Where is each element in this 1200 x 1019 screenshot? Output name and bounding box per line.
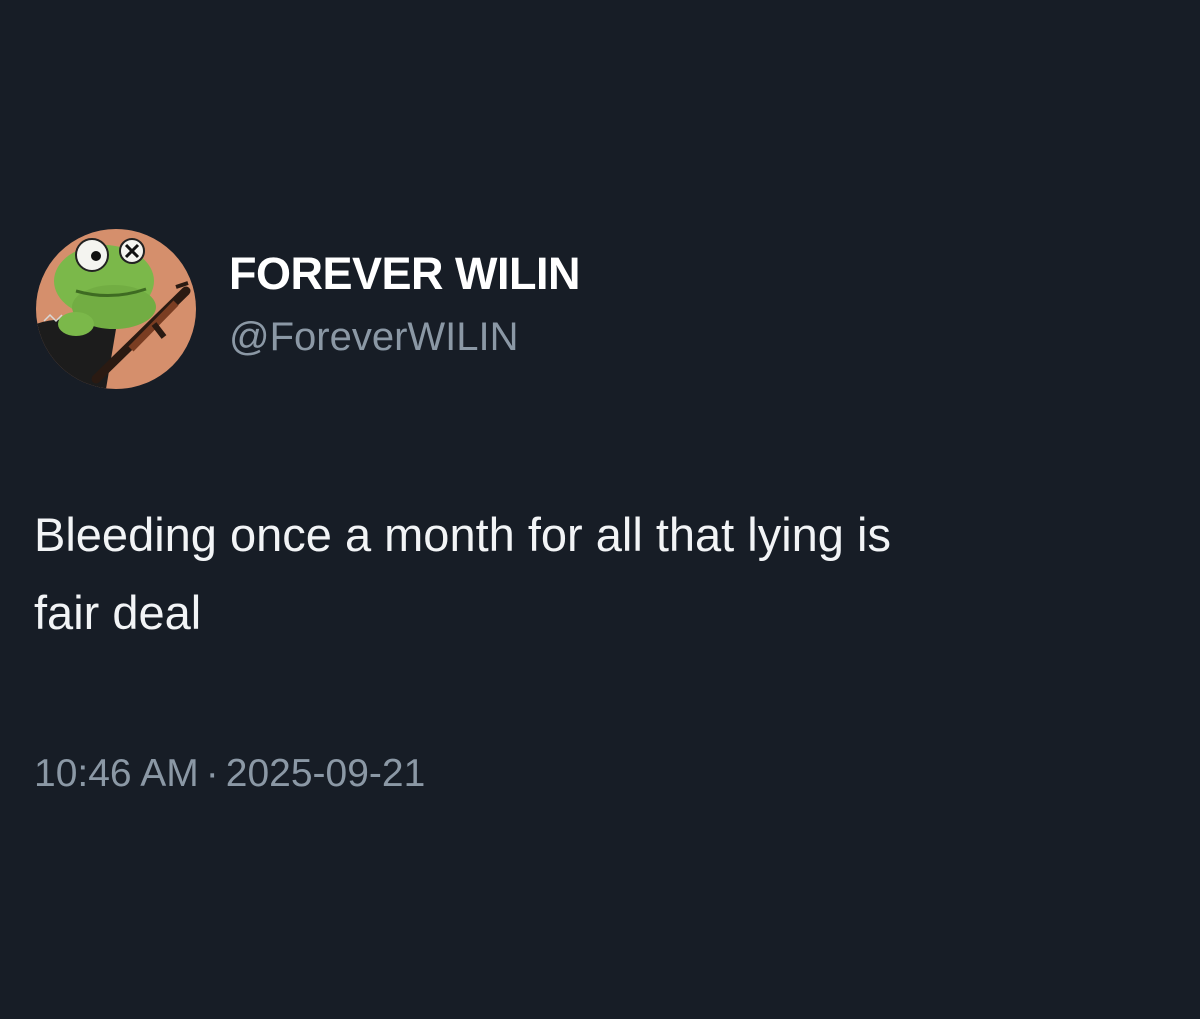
tweet-date[interactable]: 2025-09-21 — [226, 752, 426, 795]
timestamp-separator: · — [205, 752, 219, 795]
tweet-card: FOREVER WILIN @ForeverWILIN Bleeding onc… — [0, 0, 1200, 1019]
author-display-name[interactable]: FOREVER WILIN — [229, 247, 581, 301]
frog-avatar-icon — [36, 229, 196, 389]
tweet-author: FOREVER WILIN @ForeverWILIN — [229, 247, 581, 362]
author-handle[interactable]: @ForeverWILIN — [229, 312, 580, 362]
profile-avatar[interactable] — [36, 229, 196, 389]
tweet-text: Bleeding once a month for all that lying… — [34, 508, 891, 639]
tweet-time[interactable]: 10:46 AM — [34, 752, 199, 795]
tweet-timestamp: 10:46 AM · 2025-09-21 — [34, 749, 425, 799]
page: FOREVER WILIN @ForeverWILIN Bleeding onc… — [0, 0, 1200, 1019]
